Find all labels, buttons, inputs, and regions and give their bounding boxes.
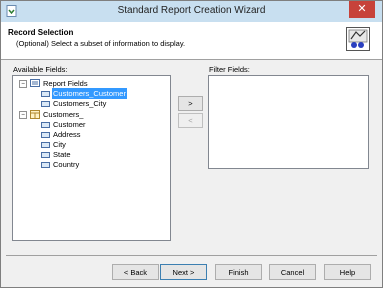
field-icon [41, 142, 50, 148]
wizard-window: Standard Report Creation Wizard ✕ Record… [0, 0, 383, 288]
available-fields-tree[interactable]: − Report Fields Customers_Customer Custo… [12, 75, 171, 241]
field-icon [41, 101, 50, 107]
available-fields-label: Available Fields: [13, 65, 68, 74]
finish-button[interactable]: Finish [215, 264, 262, 280]
window-title: Standard Report Creation Wizard [117, 5, 266, 16]
collapse-customers[interactable]: − [19, 111, 27, 119]
page-title: Record Selection [8, 28, 74, 37]
footer-divider [6, 255, 377, 256]
collapse-report-fields[interactable]: − [19, 80, 27, 88]
next-button[interactable]: Next > [160, 264, 207, 280]
field-icon [41, 132, 50, 138]
remove-filter-button[interactable]: < [178, 113, 203, 128]
close-button[interactable]: ✕ [349, 1, 375, 18]
field-icon [41, 91, 50, 97]
field-icon [41, 152, 50, 158]
filter-fields-label: Filter Fields: [209, 65, 250, 74]
field-icon [41, 122, 50, 128]
title-bar: Standard Report Creation Wizard ✕ [1, 1, 382, 22]
page-subtitle: (Optional) Select a subset of informatio… [16, 39, 186, 48]
back-button[interactable]: < Back [112, 264, 159, 280]
field-icon [41, 162, 50, 168]
filter-fields-list[interactable] [208, 75, 369, 169]
wizard-header: Record Selection (Optional) Select a sub… [1, 22, 382, 60]
cancel-button[interactable]: Cancel [269, 264, 316, 280]
table-icon [30, 110, 40, 119]
report-fields-icon [30, 79, 40, 87]
record-selection-icon [346, 27, 370, 51]
help-button[interactable]: Help [324, 264, 371, 280]
add-filter-button[interactable]: > [178, 96, 203, 111]
